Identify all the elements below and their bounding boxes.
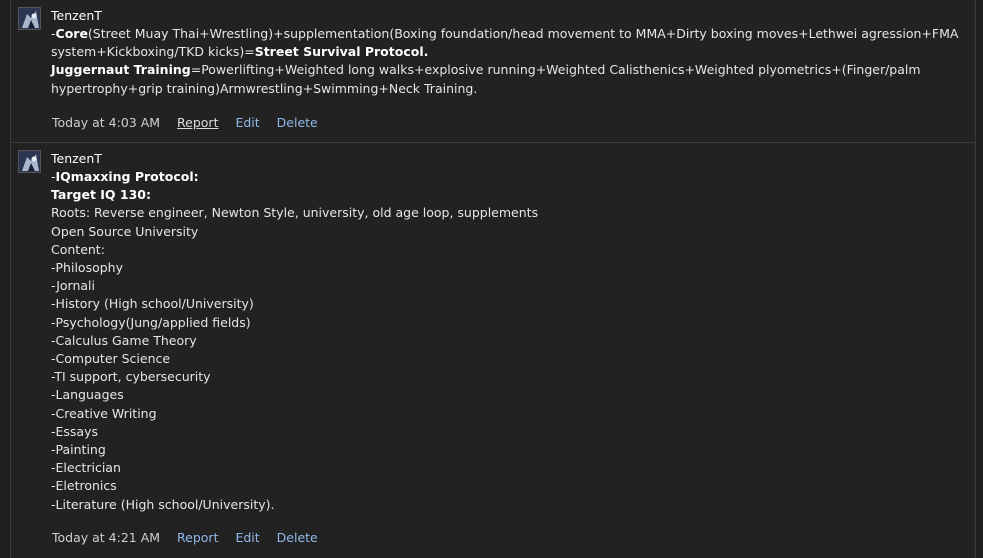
comment-body: -IQmaxxing Protocol: Target IQ 130: Root… xyxy=(51,168,963,514)
timestamp: Today at 4:21 AM xyxy=(52,530,161,545)
comment-post: TenzenT -IQmaxxing Protocol: Target IQ 1… xyxy=(11,143,975,558)
avatar-image-icon xyxy=(19,8,40,29)
core-result: Street Survival Protocol. xyxy=(254,44,429,60)
target-line: Target IQ 130: xyxy=(51,186,963,204)
list-item: -Essays xyxy=(51,423,99,439)
avatar[interactable] xyxy=(18,7,41,30)
edit-link[interactable]: Edit xyxy=(235,115,259,130)
core-text: (Street Muay Thai+Wrestling)+supplementa… xyxy=(51,26,959,60)
list-item: -Psychology(Jung/applied fields) xyxy=(51,314,251,330)
list-item: -Painting xyxy=(51,442,106,458)
body-line: Open Source University xyxy=(51,223,199,239)
core-label: Core xyxy=(55,26,88,41)
target-label: Target IQ 130: xyxy=(51,187,151,203)
juggernaut-label: Juggernaut Training xyxy=(51,62,191,78)
list-item: -Jornali xyxy=(51,278,95,294)
comment-thread: TenzenT -Core(Street Muay Thai+Wrestling… xyxy=(10,0,976,558)
comment-meta: Today at 4:21 AM Report Edit Delete xyxy=(52,530,331,545)
list-item: -Creative Writing xyxy=(51,405,157,421)
delete-link[interactable]: Delete xyxy=(277,115,318,130)
list-item: -Literature (High school/University). xyxy=(51,496,275,512)
list-item: -Languages xyxy=(51,387,124,403)
username[interactable]: TenzenT xyxy=(51,7,963,25)
report-link[interactable]: Report xyxy=(177,115,218,130)
list-item: -History (High school/University) xyxy=(51,296,254,312)
avatar-image-icon xyxy=(19,151,40,172)
timestamp: Today at 4:03 AM xyxy=(52,115,161,130)
list-item: -Computer Science xyxy=(51,351,171,367)
heading-line: -IQmaxxing Protocol: xyxy=(51,168,963,186)
comment-meta: Today at 4:03 AM Report Edit Delete xyxy=(52,115,331,130)
body-line: Content: xyxy=(51,241,105,257)
juggernaut-paragraph: Juggernaut Training=Powerlifting+Weighte… xyxy=(51,62,921,95)
list-item: -TI support, cybersecurity xyxy=(51,369,211,385)
avatar[interactable] xyxy=(18,150,41,173)
comment-post: TenzenT -Core(Street Muay Thai+Wrestling… xyxy=(11,0,975,143)
heading: IQmaxxing Protocol: xyxy=(55,169,199,184)
edit-link[interactable]: Edit xyxy=(235,530,259,545)
body-line: Roots: Reverse engineer, Newton Style, u… xyxy=(51,205,539,221)
delete-link[interactable]: Delete xyxy=(277,530,318,545)
report-link[interactable]: Report xyxy=(177,530,218,545)
core-paragraph: -Core(Street Muay Thai+Wrestling)+supple… xyxy=(51,26,958,59)
username[interactable]: TenzenT xyxy=(51,150,963,168)
list-item: -Calculus Game Theory xyxy=(51,332,197,348)
list-item: -Electrician xyxy=(51,460,121,476)
list-item: -Eletronics xyxy=(51,478,117,494)
list-item: -Philosophy xyxy=(51,260,123,276)
comment-body: -Core(Street Muay Thai+Wrestling)+supple… xyxy=(51,25,963,98)
